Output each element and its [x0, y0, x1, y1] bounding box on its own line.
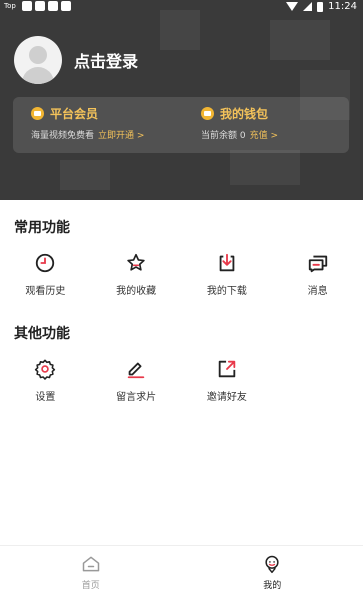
decor-tile	[160, 10, 200, 50]
downloads-button[interactable]: 我的下载	[182, 252, 273, 297]
membership-open-link[interactable]: 立即开通 >	[98, 131, 144, 141]
request-movie-label: 留言求片	[116, 392, 157, 403]
other-functions-grid: 设置 留言求片 邀请好友	[0, 358, 363, 403]
profile-header: Top 11:24 点击登录 平台会员 海量视频免费看 立即开通 > 我的钱包 …	[0, 0, 363, 200]
wallet-icon	[201, 107, 214, 120]
other-functions-title: 其他功能	[14, 326, 70, 342]
notification-icon	[21, 1, 32, 11]
avatar[interactable]	[14, 36, 62, 84]
notification-icon	[60, 1, 71, 11]
wifi-icon	[286, 2, 299, 11]
decor-tile	[270, 20, 330, 60]
membership-subtitle: 海量视频免费看	[31, 131, 95, 141]
app-tag: Top	[4, 2, 16, 10]
membership-title: 平台会员	[50, 107, 99, 121]
common-functions-grid: 观看历史 我的收藏 我的下载 消息	[0, 252, 363, 297]
avatar-head	[29, 46, 47, 64]
common-functions-title: 常用功能	[14, 220, 70, 236]
settings-label: 设置	[35, 392, 56, 403]
request-movie-button[interactable]: 留言求片	[91, 358, 182, 403]
clock-icon	[36, 253, 55, 273]
wallet-balance: 当前余额 0	[201, 131, 246, 141]
membership-panel[interactable]: 平台会员 海量视频免费看 立即开通 >	[31, 105, 144, 141]
download-icon	[219, 253, 235, 272]
profile-icon	[265, 555, 279, 574]
crown-icon	[31, 107, 44, 120]
nav-profile-label: 我的	[263, 581, 282, 591]
status-time: 11:24	[328, 1, 357, 12]
gear-icon	[35, 359, 56, 380]
share-icon	[218, 360, 236, 378]
decor-tile	[230, 150, 300, 185]
nav-home[interactable]: 首页	[0, 546, 182, 600]
status-bar: Top 11:24	[0, 0, 363, 14]
login-link[interactable]: 点击登录	[74, 48, 138, 72]
nav-home-label: 首页	[81, 581, 100, 591]
settings-button[interactable]: 设置	[0, 358, 91, 403]
home-icon	[82, 556, 99, 572]
wallet-title: 我的钱包	[220, 107, 269, 121]
wallet-recharge-link[interactable]: 充值 >	[250, 131, 278, 141]
invite-friends-button[interactable]: 邀请好友	[182, 358, 273, 403]
star-icon	[127, 253, 145, 271]
history-label: 观看历史	[25, 286, 66, 297]
messages-button[interactable]: 消息	[272, 252, 363, 297]
signal-icon	[303, 2, 313, 11]
favorites-label: 我的收藏	[116, 286, 157, 297]
pen-icon	[127, 362, 145, 379]
wallet-panel[interactable]: 我的钱包 当前余额 0 充值 >	[201, 105, 278, 141]
invite-friends-label: 邀请好友	[206, 392, 247, 403]
history-button[interactable]: 观看历史	[0, 252, 91, 297]
avatar-body	[22, 67, 54, 84]
downloads-label: 我的下载	[206, 286, 247, 297]
notification-icon	[47, 1, 58, 11]
vip-card: 平台会员 海量视频免费看 立即开通 > 我的钱包 当前余额 0 充值 >	[13, 97, 349, 153]
bottom-nav: 首页 我的	[0, 545, 363, 600]
decor-tile	[60, 160, 110, 190]
favorites-button[interactable]: 我的收藏	[91, 252, 182, 297]
login-row[interactable]: 点击登录	[14, 36, 138, 84]
messages-label: 消息	[307, 286, 328, 297]
battery-icon	[317, 1, 324, 12]
message-icon	[308, 255, 327, 273]
nav-profile[interactable]: 我的	[182, 546, 363, 600]
notification-icon	[34, 1, 45, 11]
